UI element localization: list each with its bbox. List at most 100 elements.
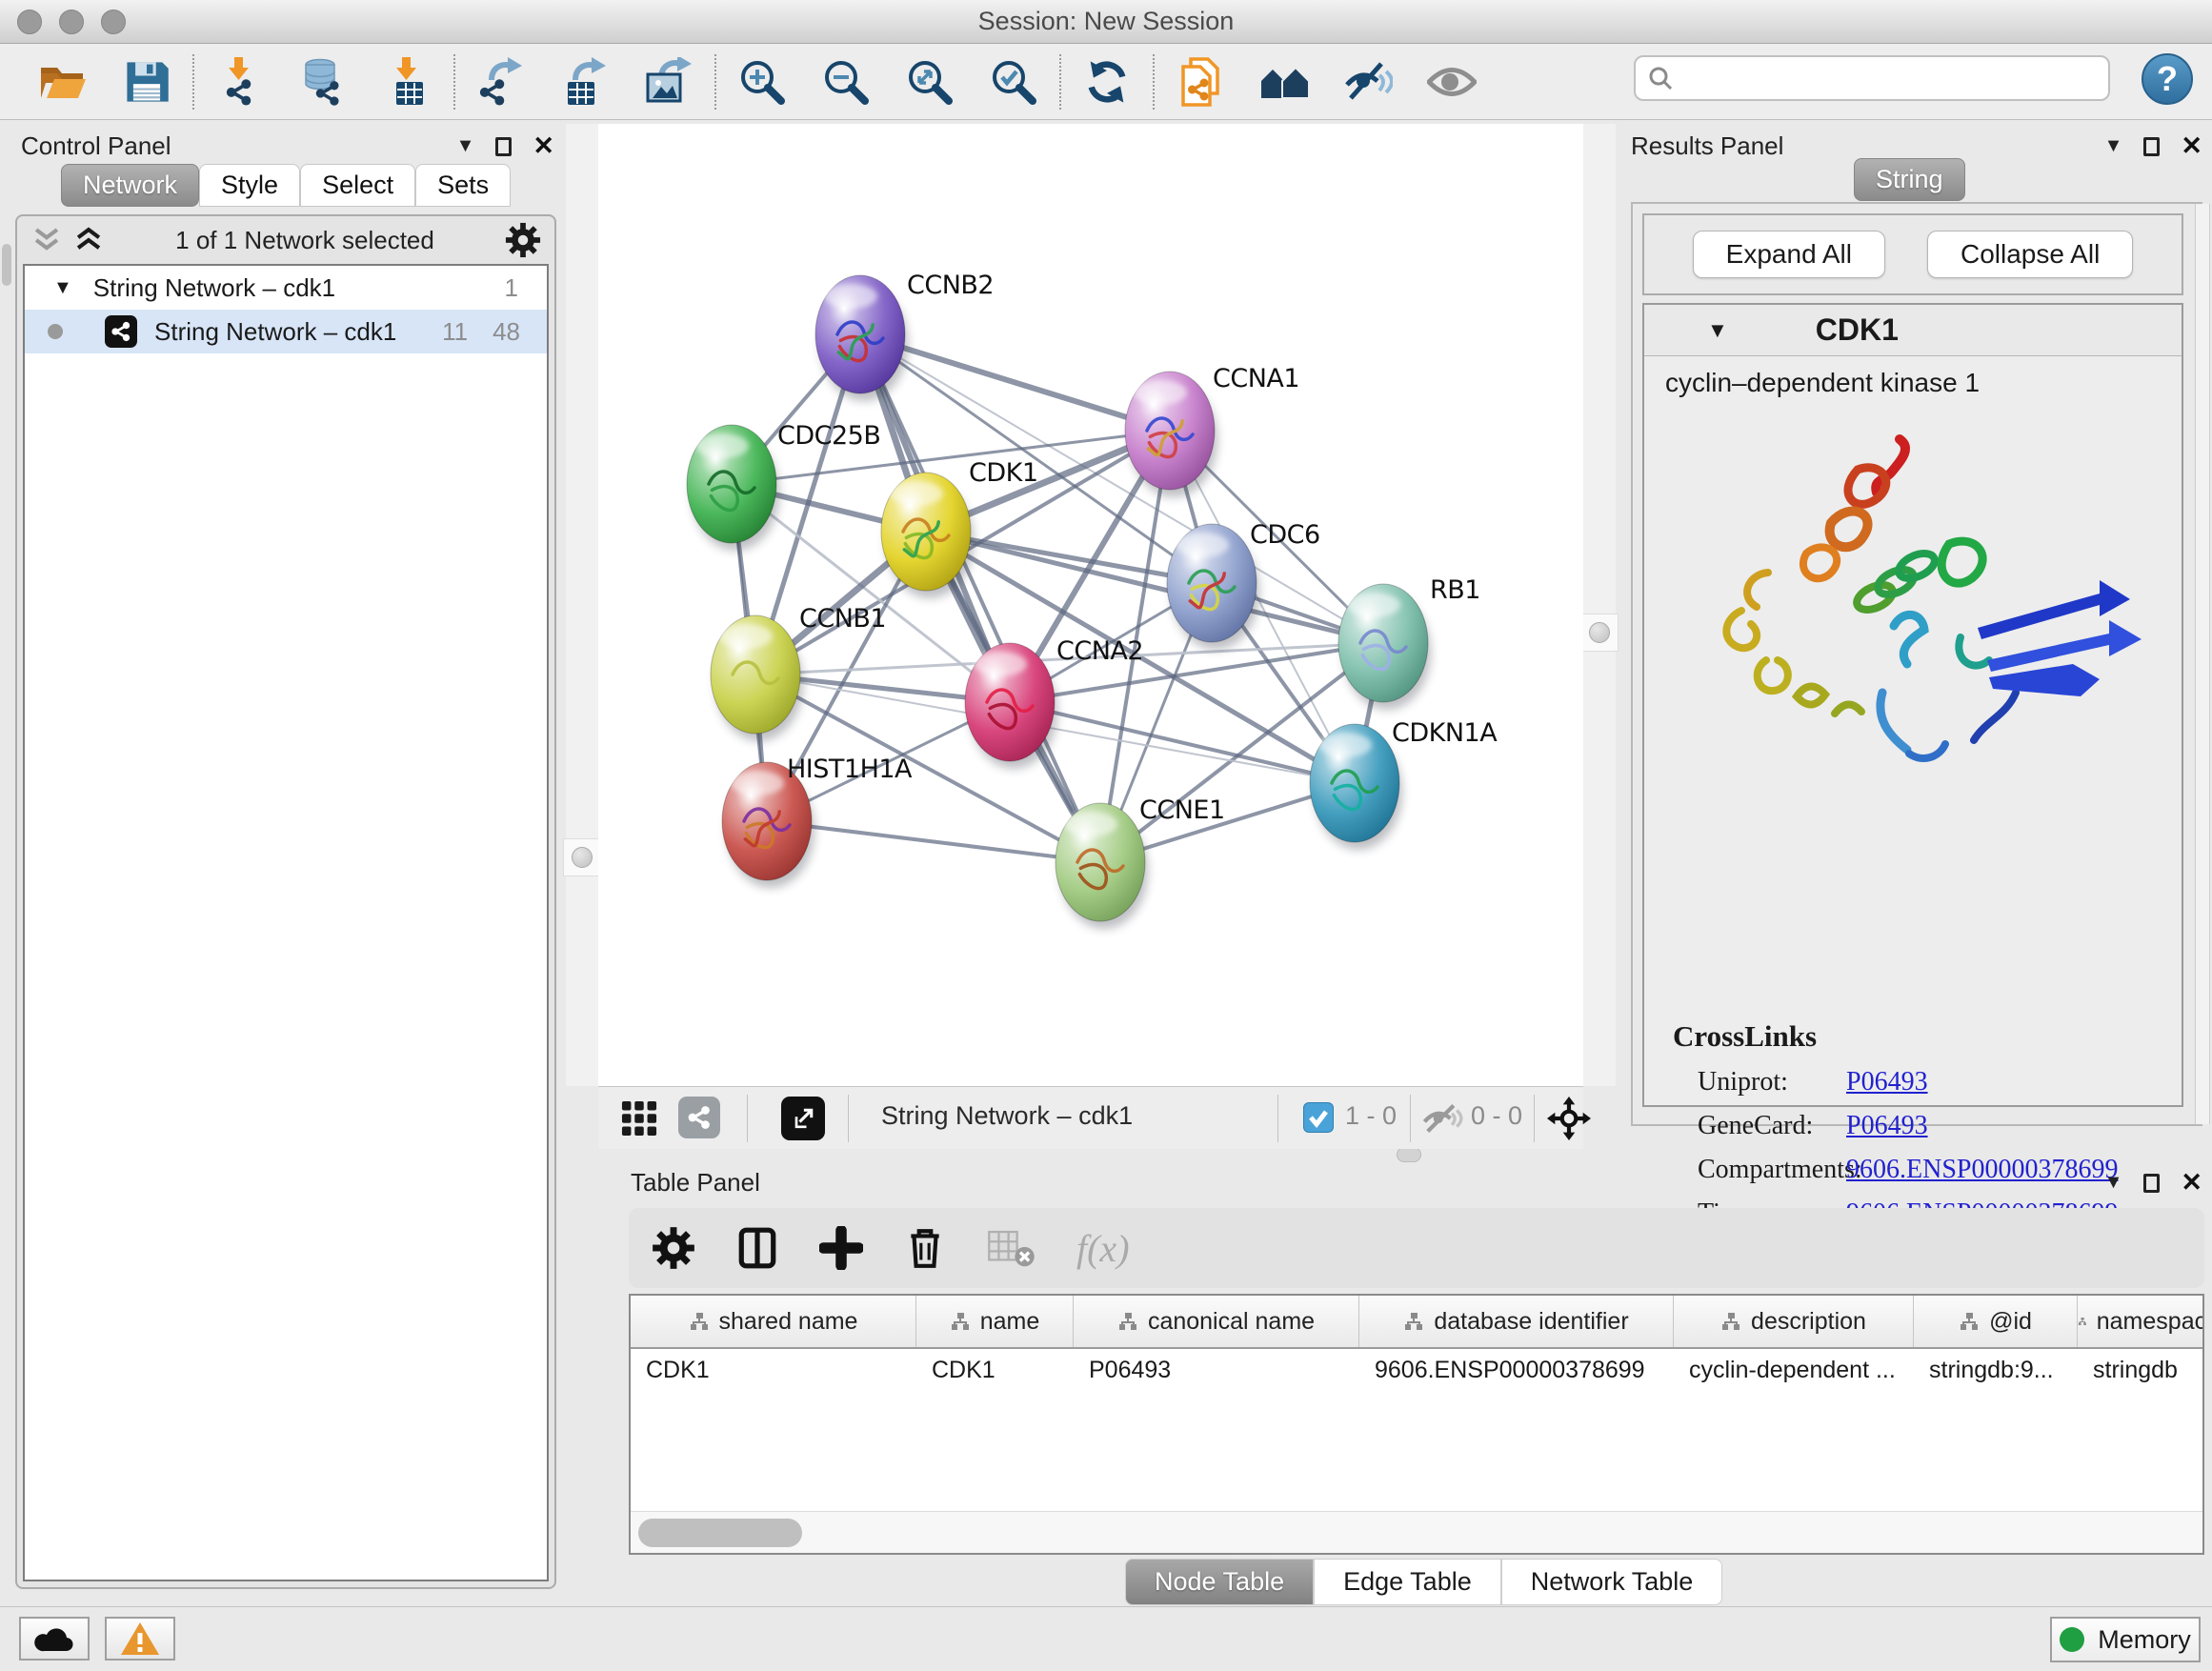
table-cell[interactable]: 9606.ENSP00000378699	[1359, 1349, 1674, 1393]
cloud-status-button[interactable]	[19, 1617, 90, 1661]
network-edge[interactable]	[1010, 702, 1355, 783]
control-panel-menu-icon[interactable]: ▼	[456, 135, 475, 157]
warning-icon	[119, 1621, 161, 1657]
zoom-fit-icon[interactable]	[905, 57, 955, 107]
table-scrollbar-thumb[interactable]	[638, 1519, 802, 1547]
node-result-header[interactable]: ▼ CDK1	[1644, 305, 2182, 356]
results-panel-menu-icon[interactable]: ▼	[2104, 135, 2123, 157]
tab-string[interactable]: String	[1854, 158, 1965, 201]
control-panel-float-icon[interactable]	[495, 137, 512, 156]
memory-label: Memory	[2098, 1625, 2191, 1655]
results-panel-float-icon[interactable]	[2143, 137, 2160, 156]
column-header-description[interactable]: description	[1674, 1296, 1914, 1347]
hidden-eye-icon[interactable]	[1421, 1102, 1463, 1135]
network-node-label: CCNE1	[1139, 795, 1225, 825]
table-cell[interactable]: P06493	[1074, 1349, 1359, 1393]
table-panel-menu-icon[interactable]: ▼	[2104, 1172, 2123, 1194]
table-horizontal-scrollbar[interactable]	[631, 1511, 2202, 1553]
table-row[interactable]: CDK1CDK1P064939606.ENSP00000378699cyclin…	[631, 1349, 2202, 1393]
memory-button[interactable]: Memory	[2050, 1617, 2201, 1662]
selected-checkbox[interactable]	[1303, 1102, 1334, 1133]
tab-style[interactable]: Style	[199, 164, 300, 207]
results-panel-title: Results Panel	[1631, 131, 1783, 161]
table-cell[interactable]: stringdb:9...	[1914, 1349, 2078, 1393]
right-splitter[interactable]	[1583, 124, 1616, 1086]
add-column-icon[interactable]	[819, 1226, 863, 1270]
column-header-sharedname[interactable]: shared name	[631, 1296, 916, 1347]
export-image-icon[interactable]	[644, 57, 694, 107]
export-network-icon[interactable]	[476, 57, 526, 107]
search-input[interactable]	[1674, 64, 2083, 93]
results-scrollbar[interactable]	[2195, 204, 2210, 1124]
import-table-icon[interactable]	[383, 57, 432, 107]
node-result-name: CDK1	[1816, 312, 1899, 348]
open-in-new-window-icon[interactable]	[781, 1097, 825, 1140]
collapse-all-icon[interactable]	[30, 226, 63, 254]
table-cell[interactable]: stringdb	[2078, 1349, 2204, 1393]
control-panel-close-icon[interactable]: ✕	[533, 131, 554, 161]
tree-expander-icon[interactable]: ▼	[53, 277, 72, 299]
zoom-selected-icon[interactable]	[989, 57, 1038, 107]
collapse-all-button[interactable]: Collapse All	[1927, 231, 2133, 278]
warning-status-button[interactable]	[105, 1617, 175, 1661]
show-all-icon[interactable]	[1427, 57, 1477, 107]
collapse-entry-icon[interactable]: ▼	[1707, 318, 1728, 343]
network-node-label: CDK1	[969, 458, 1038, 488]
hidden-counts: 0 - 0	[1471, 1101, 1522, 1131]
table-cell[interactable]: CDK1	[916, 1349, 1074, 1393]
export-table-icon[interactable]	[560, 57, 610, 107]
tab-network[interactable]: Network	[61, 164, 199, 207]
table-panel-close-icon[interactable]: ✕	[2181, 1168, 2202, 1198]
network-tree-root-row[interactable]: ▼ String Network – cdk1 1	[25, 266, 547, 310]
clone-network-icon[interactable]	[1176, 57, 1225, 107]
first-neighbors-icon[interactable]	[1259, 57, 1309, 107]
expand-all-icon[interactable]	[72, 226, 105, 254]
network-badge-icon[interactable]	[678, 1097, 720, 1138]
column-header-name[interactable]: name	[916, 1296, 1074, 1347]
refresh-icon[interactable]	[1082, 57, 1132, 107]
import-network-file-icon[interactable]	[215, 57, 265, 107]
splitter-grip[interactable]	[572, 847, 593, 868]
node-count: 11	[442, 317, 468, 347]
tab-select[interactable]: Select	[300, 164, 415, 207]
delete-column-icon[interactable]	[903, 1226, 947, 1270]
network-tree-row-selected[interactable]: String Network – cdk1 11 48	[25, 310, 547, 353]
network-edge[interactable]	[767, 821, 1100, 862]
splitter-grip[interactable]	[1589, 622, 1610, 643]
table-settings-gear-icon[interactable]	[652, 1226, 695, 1270]
tab-edge-table[interactable]: Edge Table	[1314, 1559, 1501, 1605]
gear-icon[interactable]	[505, 222, 541, 258]
move-crosshair-icon[interactable]	[1547, 1097, 1591, 1140]
grid-view-icon[interactable]	[621, 1100, 657, 1137]
tab-network-table[interactable]: Network Table	[1501, 1559, 1723, 1605]
tab-node-table[interactable]: Node Table	[1125, 1559, 1314, 1605]
show-columns-icon[interactable]	[735, 1226, 779, 1270]
tab-sets[interactable]: Sets	[415, 164, 511, 207]
table-panel-float-icon[interactable]	[2143, 1174, 2160, 1193]
toolbar-separator	[714, 54, 716, 110]
left-splitter[interactable]	[566, 124, 598, 1086]
open-session-icon[interactable]	[38, 57, 88, 107]
zoom-out-icon[interactable]	[821, 57, 871, 107]
crosslink-value-link[interactable]: P06493	[1846, 1067, 1928, 1097]
column-header-databaseidentifier[interactable]: database identifier	[1359, 1296, 1674, 1347]
network-canvas[interactable]: CCNB2CCNA1CDC25BCDK1CDC6RB1CCNB1CCNA2CDK…	[598, 124, 1583, 1086]
column-header-canonicalname[interactable]: canonical name	[1074, 1296, 1359, 1347]
table-cell[interactable]: CDK1	[631, 1349, 916, 1393]
results-scrollbar-thumb[interactable]	[2, 244, 11, 286]
table-cell[interactable]: cyclin-dependent ...	[1674, 1349, 1914, 1393]
save-session-icon[interactable]	[122, 57, 171, 107]
string-results-container: Expand All Collapse All ▼ CDK1 cyclin–de…	[1631, 202, 2202, 1126]
expand-all-button[interactable]: Expand All	[1693, 231, 1885, 278]
import-network-database-icon[interactable]	[299, 57, 349, 107]
help-button[interactable]: ?	[2142, 53, 2193, 105]
network-selection-status: 1 of 1 Network selected	[114, 226, 495, 255]
zoom-in-icon[interactable]	[737, 57, 787, 107]
crosslink-value-link[interactable]: P06493	[1846, 1111, 1928, 1140]
hide-selected-icon[interactable]	[1343, 57, 1393, 107]
results-panel-close-icon[interactable]: ✕	[2181, 131, 2202, 161]
column-header-id[interactable]: @id	[1914, 1296, 2078, 1347]
horizontal-splitter-grip[interactable]	[1397, 1147, 1421, 1162]
column-header-namespace[interactable]: namespace	[2078, 1296, 2204, 1347]
network-node-label: CCNB1	[799, 604, 886, 634]
